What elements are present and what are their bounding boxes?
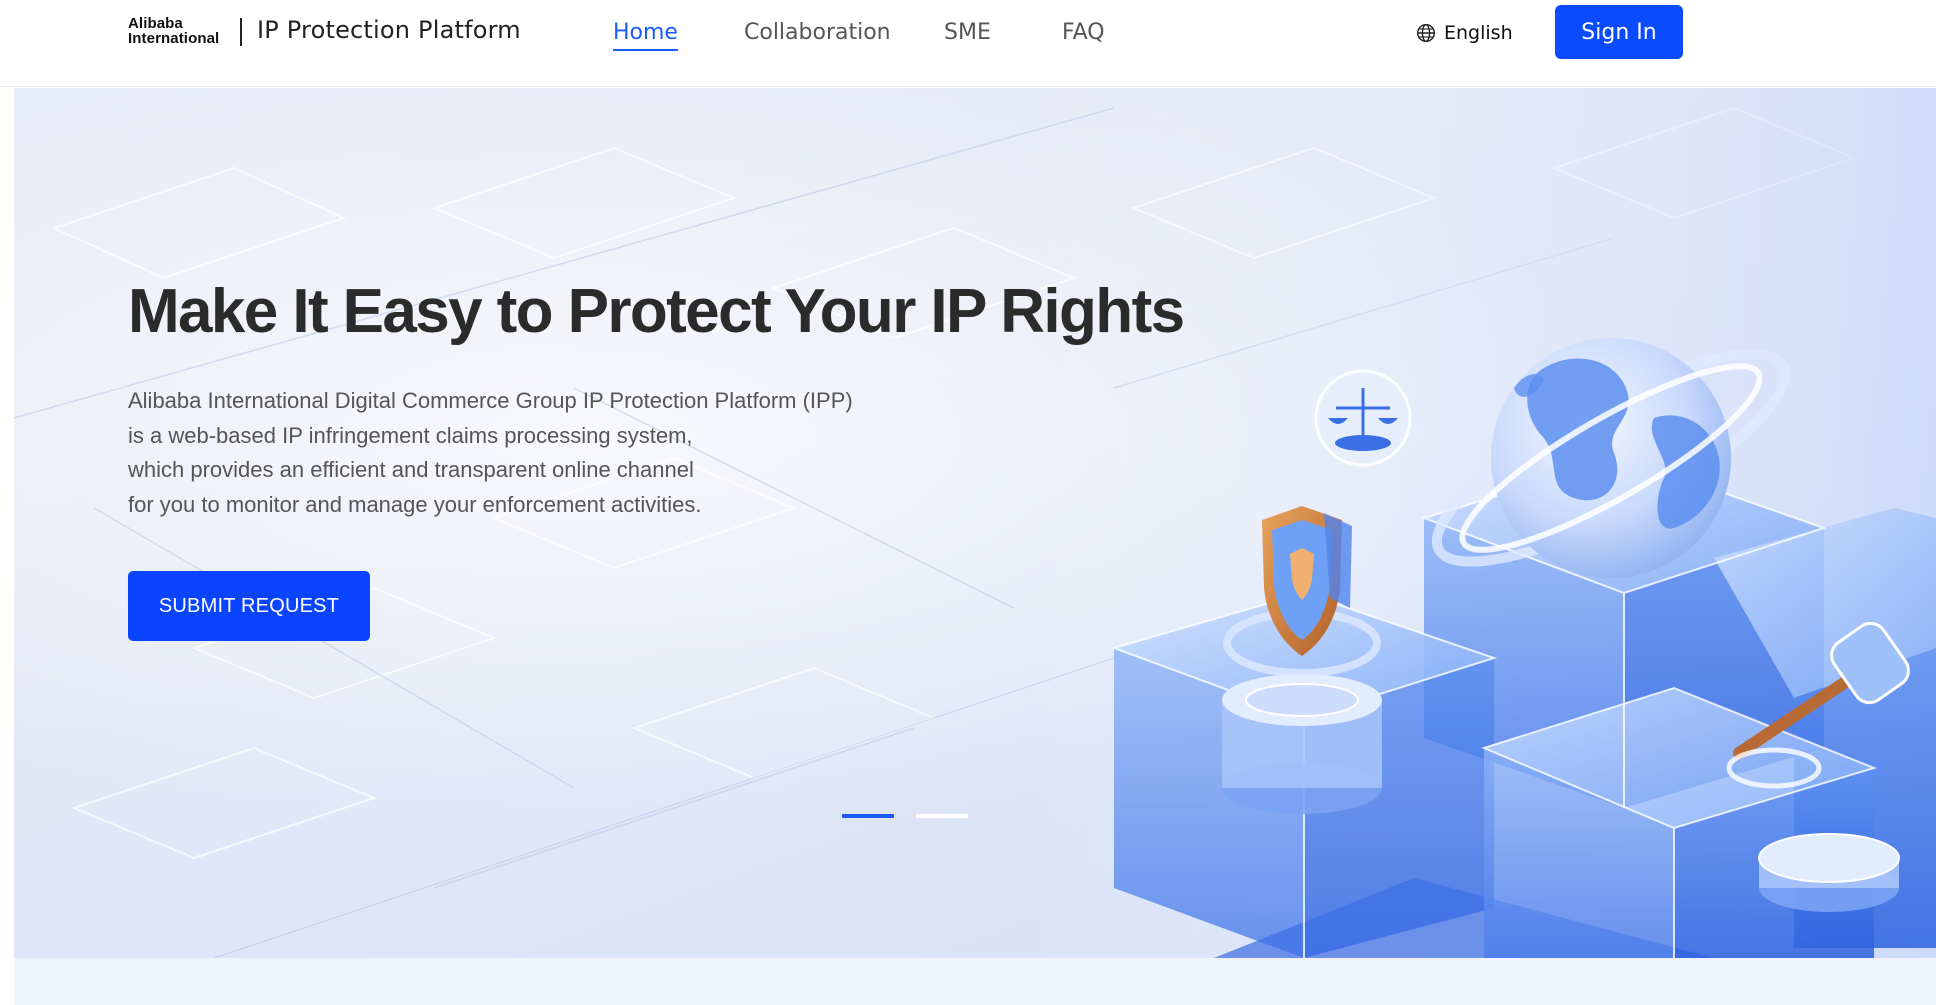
platform-title[interactable]: IP Protection Platform (257, 16, 521, 44)
language-label: English (1444, 22, 1513, 44)
carousel-dot-1[interactable] (842, 814, 894, 818)
nav-collaboration[interactable]: Collaboration (744, 20, 891, 45)
submit-request-button[interactable]: SUBMIT REQUEST (128, 571, 370, 641)
brand-divider (240, 18, 242, 46)
carousel-indicators (842, 814, 968, 818)
hero-description-line: for you to monitor and manage your enfor… (128, 491, 702, 517)
hero-description-line: which provides an efficient and transpar… (128, 457, 694, 482)
top-navigation-bar: Alibaba International IP Protection Plat… (0, 0, 1936, 87)
next-section-band (14, 958, 1936, 1005)
logo-line-1: Alibaba (128, 15, 183, 32)
nav-faq[interactable]: FAQ (1062, 20, 1105, 45)
globe-icon (1416, 23, 1436, 43)
hero-illustration (14, 88, 1936, 958)
hero-title: Make It Easy to Protect Your IP Rights (128, 277, 1185, 346)
hero-description: Alibaba International Digital Commerce G… (128, 384, 948, 522)
hero-banner: Make It Easy to Protect Your IP Rights A… (14, 88, 1936, 958)
alibaba-international-logo[interactable]: Alibaba International (128, 16, 228, 46)
carousel-dot-2[interactable] (916, 814, 968, 818)
sign-in-button[interactable]: Sign In (1555, 5, 1683, 59)
hero-description-line: is a web-based IP infringement claims pr… (128, 422, 693, 448)
logo-line-2: International (128, 30, 220, 47)
nav-home[interactable]: Home (613, 20, 678, 51)
hero-description-line: Alibaba International Digital Commerce G… (128, 388, 853, 413)
language-selector[interactable]: English (1416, 20, 1513, 46)
nav-sme[interactable]: SME (944, 20, 991, 45)
